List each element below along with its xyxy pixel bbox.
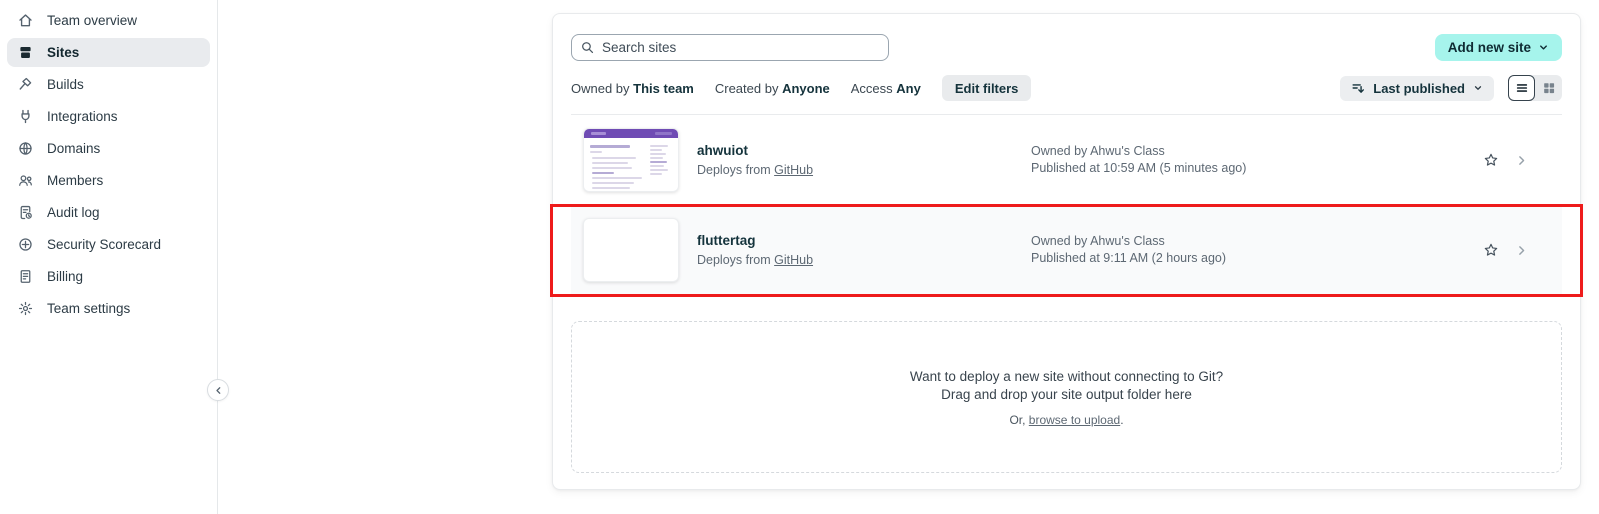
filter-prefix: Access [851, 81, 893, 96]
site-row-ahwuiot[interactable]: ahwuiot Deploys from GitHub Owned by Ahw… [571, 115, 1562, 205]
sidebar-item-label: Members [47, 173, 103, 188]
chevron-left-icon [213, 385, 224, 396]
site-deploy-source: Deploys from GitHub [697, 163, 1031, 177]
billing-icon [17, 268, 34, 285]
github-link[interactable]: GitHub [774, 253, 813, 267]
sidebar-item-sites[interactable]: Sites [7, 38, 210, 67]
sidebar-item-integrations[interactable]: Integrations [7, 102, 210, 131]
site-meta: Owned by Ahwu's Class Published at 10:59… [1031, 143, 1483, 177]
filter-owned-by[interactable]: Owned by This team [571, 81, 694, 96]
panel-header: Add new site [571, 34, 1562, 61]
owned-by-text: Owned by Ahwu's Class [1031, 143, 1483, 160]
filters-row: Owned by This team Created by Anyone Acc… [571, 75, 1562, 101]
or-prefix: Or, [1009, 413, 1028, 427]
grid-view-button[interactable] [1535, 75, 1562, 101]
list-view-icon [1515, 81, 1529, 95]
list-view-button[interactable] [1508, 75, 1535, 101]
github-link[interactable]: GitHub [774, 163, 813, 177]
favorite-star-button[interactable] [1483, 242, 1499, 258]
site-deploy-source: Deploys from GitHub [697, 253, 1031, 267]
filter-value: This team [633, 81, 694, 96]
filter-prefix: Created by [715, 81, 779, 96]
owned-by-text: Owned by Ahwu's Class [1031, 233, 1483, 250]
or-suffix: . [1120, 413, 1123, 427]
sidebar: Team overview Sites Builds Integrations … [0, 0, 218, 514]
sidebar-item-label: Builds [47, 77, 84, 92]
published-text: Published at 10:59 AM (5 minutes ago) [1031, 160, 1483, 177]
security-scorecard-icon [17, 236, 34, 253]
edit-filters-button[interactable]: Edit filters [942, 75, 1032, 101]
site-meta: Owned by Ahwu's Class Published at 9:11 … [1031, 233, 1483, 267]
search-input[interactable] [571, 34, 889, 61]
home-icon [17, 12, 34, 29]
add-new-site-label: Add new site [1448, 40, 1531, 55]
thumbnail-header-bar [584, 129, 678, 138]
sidebar-item-audit-log[interactable]: Audit log [7, 198, 210, 227]
browse-to-upload-link[interactable]: browse to upload [1029, 413, 1120, 427]
site-name[interactable]: ahwuiot [697, 143, 1031, 158]
chevron-down-icon [1473, 83, 1483, 93]
gear-icon [17, 300, 34, 317]
sidebar-item-security-scorecard[interactable]: Security Scorecard [7, 230, 210, 259]
deploy-prefix: Deploys from [697, 253, 771, 267]
star-icon [1483, 242, 1499, 258]
view-mode-toggle [1508, 75, 1562, 101]
add-new-site-button[interactable]: Add new site [1435, 34, 1562, 61]
sidebar-item-label: Sites [47, 45, 79, 60]
published-text: Published at 9:11 AM (2 hours ago) [1031, 250, 1483, 267]
dropzone-upload-line: Or, browse to upload. [1009, 413, 1123, 427]
sidebar-item-label: Team overview [47, 13, 137, 28]
sidebar-item-label: Integrations [47, 109, 118, 124]
site-row-fluttertag[interactable]: fluttertag Deploys from GitHub Owned by … [571, 205, 1562, 295]
sidebar-item-label: Domains [47, 141, 100, 156]
sidebar-collapse-button[interactable] [207, 379, 229, 401]
sort-dropdown[interactable]: Last published [1340, 76, 1494, 101]
dropzone-line-2: Drag and drop your site output folder he… [941, 386, 1192, 404]
sidebar-item-label: Audit log [47, 205, 100, 220]
sidebar-item-members[interactable]: Members [7, 166, 210, 195]
sort-label: Last published [1373, 81, 1465, 96]
deploy-prefix: Deploys from [697, 163, 771, 177]
sidebar-item-team-settings[interactable]: Team settings [7, 294, 210, 323]
globe-icon [17, 140, 34, 157]
sites-panel: Add new site Owned by This team Created … [552, 13, 1581, 490]
sidebar-item-domains[interactable]: Domains [7, 134, 210, 163]
site-thumbnail[interactable] [583, 218, 679, 282]
sidebar-item-team-overview[interactable]: Team overview [7, 6, 210, 35]
sidebar-item-label: Team settings [47, 301, 130, 316]
members-icon [17, 172, 34, 189]
plug-icon [17, 108, 34, 125]
filter-created-by[interactable]: Created by Anyone [715, 81, 830, 96]
sidebar-item-label: Security Scorecard [47, 237, 161, 252]
deploy-dropzone[interactable]: Want to deploy a new site without connec… [571, 321, 1562, 473]
search-field-wrapper [571, 34, 889, 61]
sidebar-item-billing[interactable]: Billing [7, 262, 210, 291]
site-thumbnail[interactable] [583, 128, 679, 192]
filter-value: Any [896, 81, 921, 96]
filter-value: Anyone [782, 81, 830, 96]
favorite-star-button[interactable] [1483, 152, 1499, 168]
dropzone-line-1: Want to deploy a new site without connec… [910, 368, 1223, 386]
filter-prefix: Owned by [571, 81, 630, 96]
sidebar-item-builds[interactable]: Builds [7, 70, 210, 99]
grid-view-icon [1542, 81, 1556, 95]
hammer-icon [17, 76, 34, 93]
star-icon [1483, 152, 1499, 168]
audit-log-icon [17, 204, 34, 221]
sort-descending-icon [1351, 81, 1365, 95]
sidebar-item-label: Billing [47, 269, 83, 284]
chevron-right-icon[interactable] [1515, 244, 1528, 257]
chevron-down-icon [1538, 42, 1549, 53]
chevron-right-icon[interactable] [1515, 154, 1528, 167]
sites-icon [17, 44, 34, 61]
filter-access[interactable]: Access Any [851, 81, 921, 96]
site-name[interactable]: fluttertag [697, 233, 1031, 248]
